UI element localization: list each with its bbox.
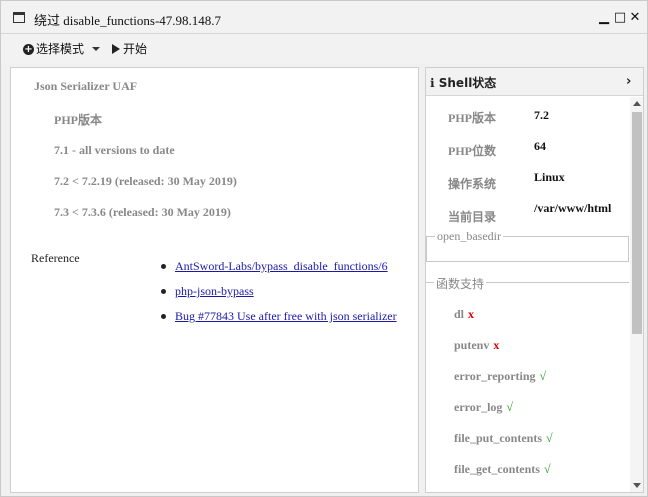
shell-status-title-text: Shell状态	[438, 76, 497, 90]
shell-status-panel: ℹ Shell状态 › PHP版本 7.2 PHP位数 64 操作系统 Linu…	[425, 67, 644, 493]
play-icon	[112, 44, 120, 54]
scroll-up-arrow-icon[interactable]	[633, 101, 641, 106]
exploit-info-panel: Json Serializer UAF PHP版本 7.1 - all vers…	[10, 67, 419, 493]
function-name: error_reporting	[454, 369, 536, 383]
function-status-file-get-contents: file_get_contents √	[454, 462, 551, 477]
info-value-os: Linux	[534, 170, 565, 184]
supported-mark: √	[543, 462, 551, 476]
info-key-os: 操作系统	[448, 177, 497, 191]
affected-version: 7.3 < 7.3.6 (released: 30 May 2019)	[54, 205, 231, 219]
vertical-scrollbar[interactable]	[630, 97, 643, 492]
affected-version: 7.2 < 7.2.19 (released: 30 May 2019)	[54, 174, 237, 188]
start-label: 开始	[123, 42, 148, 56]
plus-circle-icon: +	[23, 43, 34, 55]
function-status-error-log: error_log √	[454, 400, 513, 415]
reference-item: Bug #77843 Use after free with json seri…	[161, 309, 397, 334]
reference-item: AntSword-Labs/bypass_disable_functions/6	[161, 259, 397, 284]
function-name: file_get_contents	[454, 462, 540, 476]
info-icon: ℹ	[430, 76, 435, 90]
info-key-php-bits: PHP位数	[448, 144, 496, 158]
unsupported-mark: x	[493, 338, 500, 352]
php-version-heading: PHP版本	[54, 113, 102, 127]
window-title: 绕过 disable_functions-47.98.148.7	[34, 13, 222, 28]
start-button[interactable]: 开始	[112, 40, 147, 58]
close-button[interactable]: ✕	[628, 10, 642, 26]
toolbar: + 选择模式 开始	[1, 34, 647, 64]
function-status-file-put-contents: file_put_contents √	[454, 431, 553, 446]
function-name: file_put_contents	[454, 431, 542, 445]
maximize-button[interactable]: □	[613, 10, 627, 26]
shell-status-title: ℹ Shell状态	[430, 74, 496, 91]
shell-status-header[interactable]: ℹ Shell状态 ›	[426, 68, 643, 96]
reference-item: php-json-bypass	[161, 284, 397, 309]
supported-mark: √	[539, 369, 547, 383]
chevron-right-icon[interactable]: ›	[626, 74, 631, 89]
title-bar: 绕过 disable_functions-47.98.148.7 ▁ □ ✕	[1, 1, 647, 34]
function-name: dl	[454, 307, 465, 321]
function-status-error-reporting: error_reporting √	[454, 369, 546, 384]
bypass-window: 绕过 disable_functions-47.98.148.7 ▁ □ ✕ +…	[0, 0, 648, 497]
function-name: putenv	[454, 338, 490, 352]
supported-mark: √	[506, 400, 514, 414]
scrollbar-thumb[interactable]	[632, 112, 642, 334]
info-value-current-dir: /var/www/html	[534, 201, 612, 215]
info-value-php-version: 7.2	[534, 108, 549, 122]
reference-link-bug-77843[interactable]: Bug #77843 Use after free with json seri…	[175, 309, 397, 323]
select-mode-label: 选择模式	[36, 42, 85, 56]
minimize-button[interactable]: ▁	[597, 10, 611, 26]
caret-down-icon	[92, 47, 101, 51]
window-icon	[13, 12, 25, 23]
vulnerability-title: Json Serializer UAF	[34, 79, 138, 93]
unsupported-mark: x	[468, 307, 475, 321]
info-value-php-bits: 64	[534, 139, 546, 153]
select-mode-dropdown[interactable]: + 选择模式	[23, 40, 101, 58]
function-name: error_log	[454, 400, 503, 414]
supported-mark: √	[546, 431, 553, 445]
open-basedir-legend: open_basedir	[435, 229, 503, 244]
info-key-php-version: PHP版本	[448, 111, 496, 125]
function-support-legend: 函数支持	[434, 275, 487, 292]
function-status-putenv: putenv x	[454, 338, 499, 353]
open-basedir-group: open_basedir	[426, 229, 629, 262]
reference-label: Reference	[31, 251, 80, 265]
reference-link-php-json-bypass[interactable]: php-json-bypass	[175, 284, 254, 298]
scroll-down-arrow-icon[interactable]	[633, 483, 641, 488]
info-key-current-dir: 当前目录	[448, 210, 497, 224]
reference-link-antsword-labs[interactable]: AntSword-Labs/bypass_disable_functions/6	[175, 259, 388, 273]
reference-list: AntSword-Labs/bypass_disable_functions/6…	[161, 259, 397, 334]
affected-version: 7.1 - all versions to date	[54, 143, 175, 157]
function-status-dl: dl x	[454, 307, 474, 322]
